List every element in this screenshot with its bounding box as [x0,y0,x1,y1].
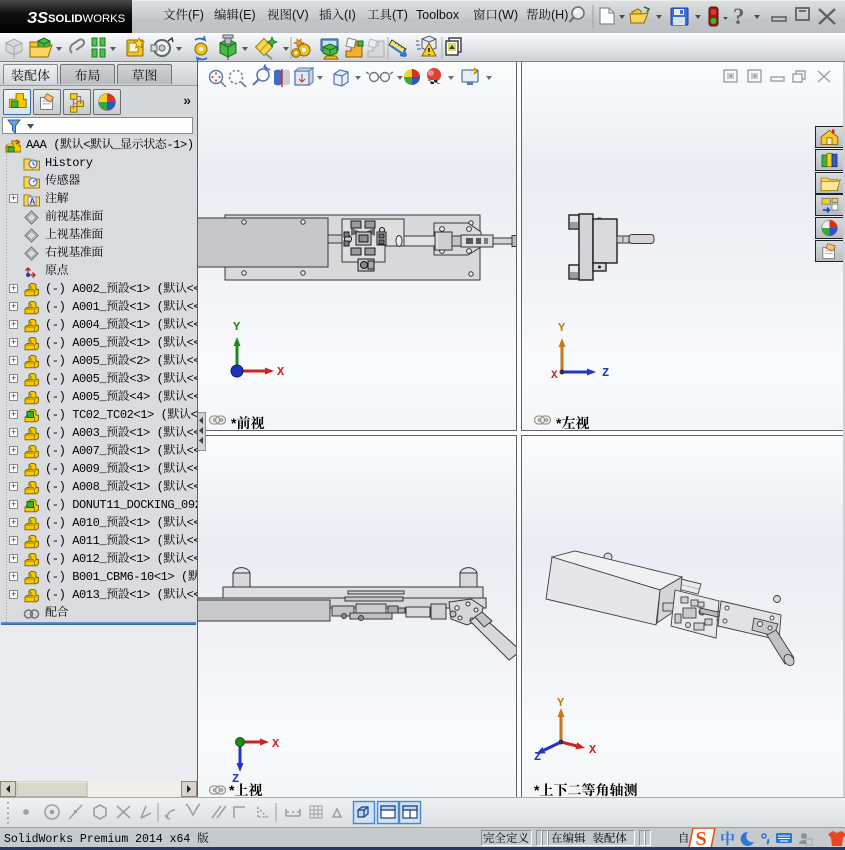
svg-text:Y: Y [558,322,566,335]
svg-text:Y: Y [233,322,241,334]
svg-text:X: X [277,365,285,379]
svg-text:X: X [589,743,597,757]
svg-text:Z: Z [534,750,541,764]
svg-text:Z: Z [602,366,609,380]
svg-text:中: 中 [720,828,735,848]
svg-text:A: A [30,197,36,206]
svg-text:X: X [272,737,280,751]
svg-text:Y: Y [557,698,565,710]
svg-text:X: X [551,370,558,382]
svg-text:?: ? [733,4,745,29]
svg-text:S: S [696,828,707,848]
